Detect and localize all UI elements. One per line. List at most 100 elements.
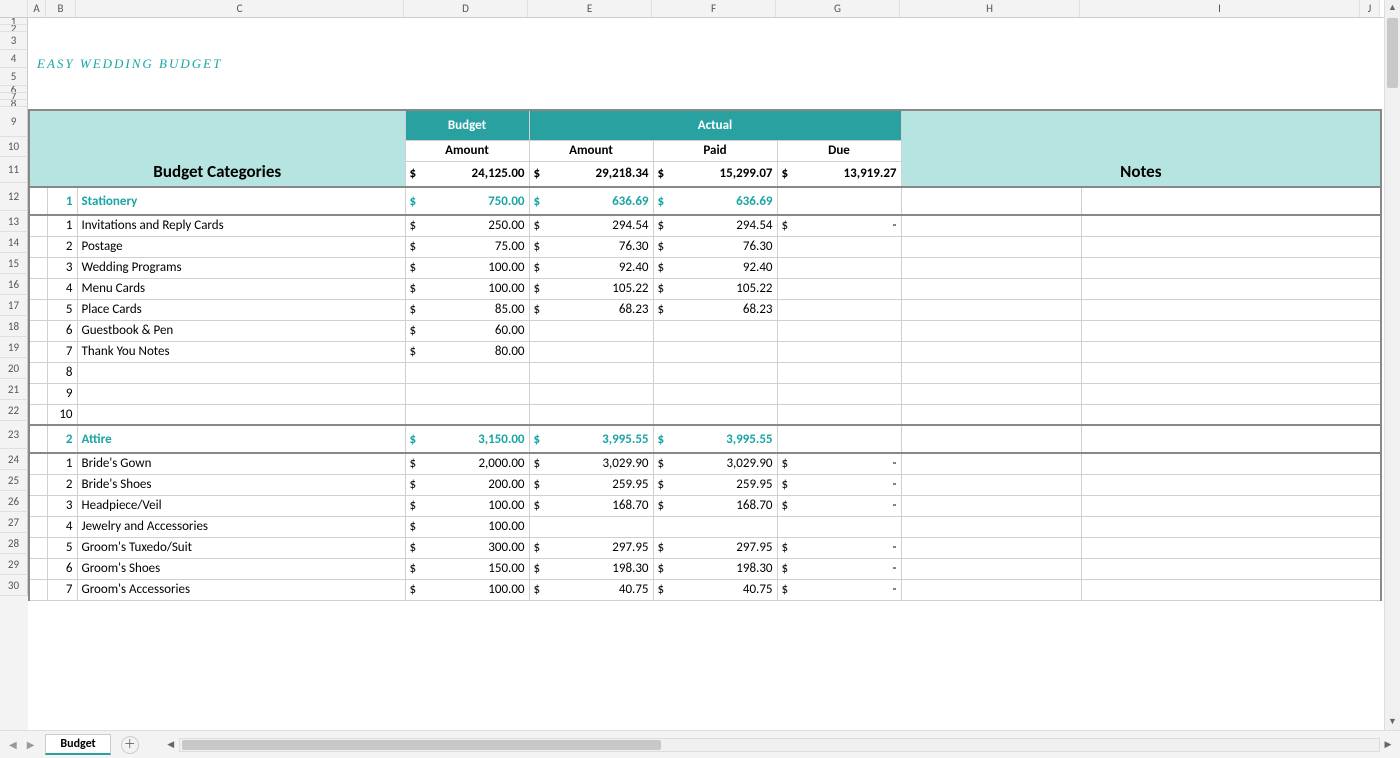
item-budget[interactable]: $150.00: [405, 558, 529, 579]
row-header-20[interactable]: 20: [0, 358, 28, 379]
row-header-3[interactable]: 3: [0, 32, 28, 50]
item-actual-due[interactable]: [777, 383, 901, 404]
row-header-25[interactable]: 25: [0, 470, 28, 491]
cell[interactable]: [1081, 236, 1381, 257]
row-header-17[interactable]: 17: [0, 295, 28, 316]
grid[interactable]: EASY WEDDING BUDGETBudget CategoriesBudg…: [28, 18, 1400, 730]
item-actual-paid[interactable]: $40.75: [653, 579, 777, 600]
category-actual-paid[interactable]: $3,995.55: [653, 425, 777, 453]
item-number[interactable]: 3: [47, 257, 77, 278]
total-actual-due[interactable]: $13,919.27: [777, 161, 901, 187]
row-header-19[interactable]: 19: [0, 337, 28, 358]
item-actual-paid[interactable]: [653, 362, 777, 383]
scroll-left-icon[interactable]: ◀: [164, 739, 178, 751]
row-header-23[interactable]: 23: [0, 421, 28, 449]
item-number[interactable]: 7: [47, 579, 77, 600]
row-header-2[interactable]: 2: [0, 25, 28, 32]
row-header-26[interactable]: 26: [0, 491, 28, 512]
item-actual-due[interactable]: [777, 299, 901, 320]
category-number[interactable]: 1: [47, 187, 77, 215]
total-budget-amount[interactable]: $24,125.00: [405, 161, 529, 187]
item-actual-paid[interactable]: $92.40: [653, 257, 777, 278]
cell[interactable]: [29, 383, 47, 404]
row-header-29[interactable]: 29: [0, 554, 28, 575]
cell[interactable]: [1081, 425, 1381, 453]
category-number[interactable]: 2: [47, 425, 77, 453]
item-actual-amount[interactable]: [529, 516, 653, 537]
item-name[interactable]: [77, 404, 405, 425]
row-header-15[interactable]: 15: [0, 253, 28, 274]
tab-nav-prev-icon[interactable]: ◀: [6, 738, 20, 751]
item-number[interactable]: 4: [47, 278, 77, 299]
item-budget[interactable]: [405, 383, 529, 404]
column-header-A[interactable]: A: [28, 0, 46, 17]
cell[interactable]: [1081, 516, 1381, 537]
item-actual-amount[interactable]: [529, 404, 653, 425]
cell[interactable]: [29, 516, 47, 537]
category-actual-amount[interactable]: $3,995.55: [529, 425, 653, 453]
item-actual-amount[interactable]: [529, 383, 653, 404]
item-actual-due[interactable]: [777, 404, 901, 425]
item-actual-due[interactable]: [777, 341, 901, 362]
cell[interactable]: [29, 187, 47, 215]
sheet-tab-budget[interactable]: Budget: [45, 734, 110, 755]
item-number[interactable]: 6: [47, 320, 77, 341]
row-header-10[interactable]: 10: [0, 137, 28, 157]
item-actual-due[interactable]: [777, 320, 901, 341]
item-number[interactable]: 5: [47, 299, 77, 320]
item-budget[interactable]: $100.00: [405, 495, 529, 516]
item-notes[interactable]: [901, 236, 1081, 257]
cell[interactable]: [1081, 495, 1381, 516]
item-actual-paid[interactable]: $68.23: [653, 299, 777, 320]
row-header-27[interactable]: 27: [0, 512, 28, 533]
item-actual-amount[interactable]: $297.95: [529, 537, 653, 558]
total-actual-amount[interactable]: $29,218.34: [529, 161, 653, 187]
item-budget[interactable]: $85.00: [405, 299, 529, 320]
item-actual-amount[interactable]: [529, 341, 653, 362]
item-name[interactable]: Bride's Gown: [77, 453, 405, 474]
item-actual-paid[interactable]: $198.30: [653, 558, 777, 579]
column-header-E[interactable]: E: [528, 0, 652, 17]
item-budget[interactable]: $2,000.00: [405, 453, 529, 474]
item-number[interactable]: 7: [47, 341, 77, 362]
cell[interactable]: [29, 453, 47, 474]
cell[interactable]: [1081, 383, 1381, 404]
row-header-13[interactable]: 13: [0, 211, 28, 232]
item-name[interactable]: [77, 362, 405, 383]
item-notes[interactable]: [901, 257, 1081, 278]
cell[interactable]: [29, 404, 47, 425]
cell[interactable]: [29, 320, 47, 341]
item-number[interactable]: 1: [47, 215, 77, 236]
row-header-18[interactable]: 18: [0, 316, 28, 337]
row-header-1[interactable]: 1: [0, 18, 28, 25]
item-budget[interactable]: $200.00: [405, 474, 529, 495]
cell[interactable]: [1081, 278, 1381, 299]
row-header-9[interactable]: 9: [0, 107, 28, 137]
item-name[interactable]: Postage: [77, 236, 405, 257]
row-header-30[interactable]: 30: [0, 575, 28, 596]
item-actual-paid[interactable]: $297.95: [653, 537, 777, 558]
select-all-corner[interactable]: [0, 0, 28, 17]
row-header-21[interactable]: 21: [0, 379, 28, 400]
row-header-12[interactable]: 12: [0, 183, 28, 211]
column-header-F[interactable]: F: [652, 0, 776, 17]
item-notes[interactable]: [901, 215, 1081, 236]
cell[interactable]: [29, 215, 47, 236]
item-actual-amount[interactable]: $40.75: [529, 579, 653, 600]
item-actual-due[interactable]: $-: [777, 537, 901, 558]
item-actual-paid[interactable]: [653, 383, 777, 404]
cell[interactable]: [29, 558, 47, 579]
item-name[interactable]: Groom's Accessories: [77, 579, 405, 600]
item-actual-paid[interactable]: $3,029.90: [653, 453, 777, 474]
item-actual-due[interactable]: [777, 362, 901, 383]
vertical-scroll-thumb[interactable]: [1387, 18, 1398, 88]
column-header-D[interactable]: D: [404, 0, 528, 17]
item-actual-amount[interactable]: $168.70: [529, 495, 653, 516]
item-number[interactable]: 3: [47, 495, 77, 516]
item-budget[interactable]: $80.00: [405, 341, 529, 362]
item-number[interactable]: 8: [47, 362, 77, 383]
cell[interactable]: [29, 537, 47, 558]
tab-nav-next-icon[interactable]: ▶: [24, 738, 38, 751]
category-budget[interactable]: $3,150.00: [405, 425, 529, 453]
cell[interactable]: [1081, 320, 1381, 341]
